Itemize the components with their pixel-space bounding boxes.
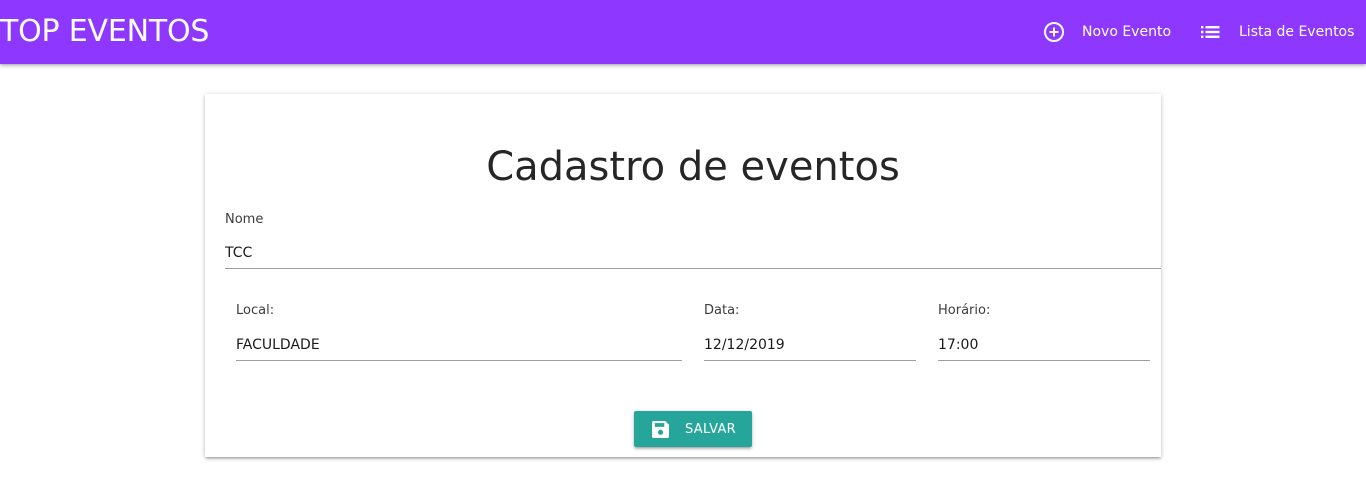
- top-navbar: TOP EVENTOS Novo Evento Lista de Eventos: [0, 0, 1366, 64]
- list-icon: [1201, 25, 1221, 39]
- nav-event-list-label: Lista de Eventos: [1239, 24, 1355, 40]
- nav-event-list[interactable]: Lista de Eventos: [1201, 20, 1354, 44]
- local-input[interactable]: [236, 330, 682, 361]
- local-label: Local:: [236, 303, 275, 318]
- page-title: Cadastro de eventos: [486, 144, 900, 190]
- save-button-label: SALVAR: [685, 421, 736, 437]
- data-label: Data:: [704, 303, 740, 318]
- nome-input[interactable]: [225, 238, 1161, 269]
- save-button[interactable]: SALVAR: [634, 411, 752, 447]
- nav-new-event-label: Novo Evento: [1082, 24, 1172, 40]
- horario-label: Horário:: [938, 303, 991, 318]
- save-icon: [634, 420, 669, 438]
- add-circle-icon: [1043, 21, 1065, 43]
- horario-input[interactable]: [938, 330, 1150, 361]
- event-form-card: Cadastro de eventos Nome Local: Data: Ho…: [205, 94, 1161, 457]
- nav-new-event[interactable]: Novo Evento: [1043, 20, 1171, 44]
- nome-label: Nome: [225, 212, 264, 227]
- data-input[interactable]: [704, 330, 916, 361]
- brand-logo[interactable]: TOP EVENTOS: [0, 14, 209, 50]
